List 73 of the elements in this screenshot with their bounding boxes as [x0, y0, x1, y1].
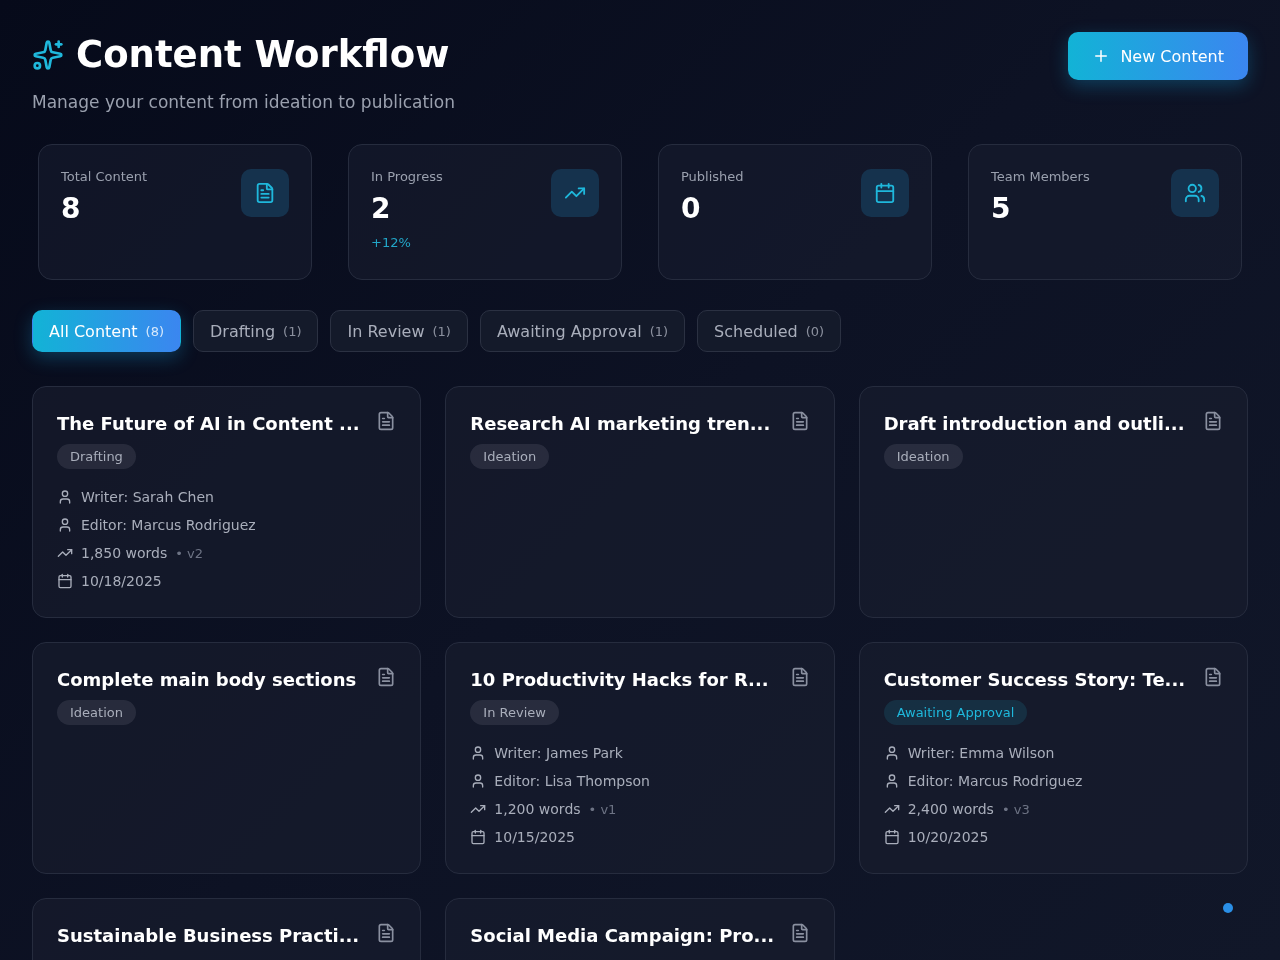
word-count: 1,850 words: [81, 545, 168, 561]
stat-value: 8: [61, 192, 82, 225]
document-icon: [241, 169, 289, 217]
status-badge: Ideation: [57, 700, 136, 725]
content-card[interactable]: Customer Success Story: Te... Awaiting Approval Writer: Emma Wilson Editor: Marcus Rodriguez 2,400 words • v3 10/20/2025: [858, 642, 1248, 874]
date-text: 10/15/2025: [494, 829, 576, 845]
document-icon: [1203, 667, 1223, 687]
writer-text: Writer: Emma Wilson: [907, 745, 1055, 761]
document-icon: [376, 923, 397, 943]
calendar-icon: [57, 573, 73, 589]
date-text: 10/18/2025: [81, 573, 162, 589]
content-card[interactable]: Sustainable Business Practi...: [32, 898, 422, 960]
filter-tab[interactable]: Drafting (1): [193, 310, 319, 352]
calendar-icon: [883, 829, 900, 845]
card-title: Sustainable Business Practi...: [57, 925, 360, 946]
document-icon: [376, 667, 397, 687]
filter-tab[interactable]: Scheduled (0): [697, 310, 842, 352]
tab-count: (8): [145, 323, 164, 339]
status-badge: In Review: [470, 700, 559, 725]
card-title: Social Media Campaign: Pro...: [470, 925, 775, 946]
person-icon: [57, 489, 73, 505]
stat-label: Published: [681, 169, 744, 184]
card-title: Draft introduction and outli...: [883, 413, 1185, 434]
card-title: Complete main body sections: [57, 669, 357, 690]
version-text: • v2: [175, 545, 203, 561]
status-badge: Awaiting Approval: [883, 700, 1028, 725]
stat-label: In Progress: [371, 169, 443, 184]
team-icon: [1171, 169, 1219, 217]
indicator-dot: [1223, 903, 1233, 913]
stat-change: +12%: [371, 235, 412, 250]
document-icon: [376, 411, 397, 431]
stat-label: Team Members: [991, 169, 1090, 184]
content-card[interactable]: 10 Productivity Hacks for R... In Review Writer: James Park Editor: Lisa Thompson 1,200 words • v1 10/15/2025: [445, 642, 835, 874]
trend-icon: [551, 169, 599, 217]
status-badge: Ideation: [883, 444, 963, 469]
tab-count: (0): [805, 323, 825, 339]
version-text: • v1: [588, 801, 617, 817]
tab-count: (1): [649, 323, 669, 339]
calendar-icon: [470, 829, 487, 845]
calendar-icon: [861, 169, 909, 217]
document-icon: [1203, 411, 1223, 431]
word-count: 1,200 words: [494, 801, 581, 817]
editor-text: Editor: Marcus Rodriguez: [81, 517, 256, 533]
page-title: Content Workflow: [76, 32, 450, 78]
stat-value: 0: [681, 192, 702, 225]
status-badge: Drafting: [57, 444, 136, 469]
sparkles-icon: [32, 39, 64, 71]
tab-count: (1): [283, 323, 302, 339]
tab-count: (1): [432, 323, 451, 339]
content-card[interactable]: The Future of AI in Content ... Drafting Writer: Sarah Chen Editor: Marcus Rodriguez 1,850 words • v2 10/18/2025: [32, 386, 422, 618]
date-text: 10/20/2025: [907, 829, 989, 845]
word-count: 2,400 words: [907, 801, 994, 817]
content-card[interactable]: Complete main body sections Ideation: [32, 642, 422, 874]
content-card[interactable]: Social Media Campaign: Pro...: [445, 898, 835, 960]
writer-text: Writer: Sarah Chen: [81, 489, 214, 505]
version-text: • v3: [1001, 801, 1030, 817]
card-title: 10 Productivity Hacks for R...: [470, 669, 769, 690]
content-card[interactable]: Research AI marketing tren... Ideation: [445, 386, 835, 618]
filter-tab[interactable]: In Review (1): [330, 310, 468, 352]
stat-value: 2: [371, 192, 392, 225]
card-title: Customer Success Story: Te...: [883, 669, 1186, 690]
writer-text: Writer: James Park: [494, 745, 623, 761]
person-icon: [57, 517, 73, 533]
editor-text: Editor: Marcus Rodriguez: [907, 773, 1083, 789]
stat-value: 5: [991, 192, 1012, 225]
stat-label: Total Content: [61, 169, 148, 184]
card-title: The Future of AI in Content ...: [57, 413, 360, 434]
page-subtitle: Manage your content from ideation to publication: [32, 92, 455, 112]
editor-text: Editor: Lisa Thompson: [494, 773, 650, 789]
card-title: Research AI marketing tren...: [470, 413, 771, 434]
content-card[interactable]: Draft introduction and outli... Ideation: [858, 386, 1248, 618]
status-badge: Ideation: [470, 444, 550, 469]
filter-tab[interactable]: Awaiting Approval (1): [479, 310, 686, 352]
